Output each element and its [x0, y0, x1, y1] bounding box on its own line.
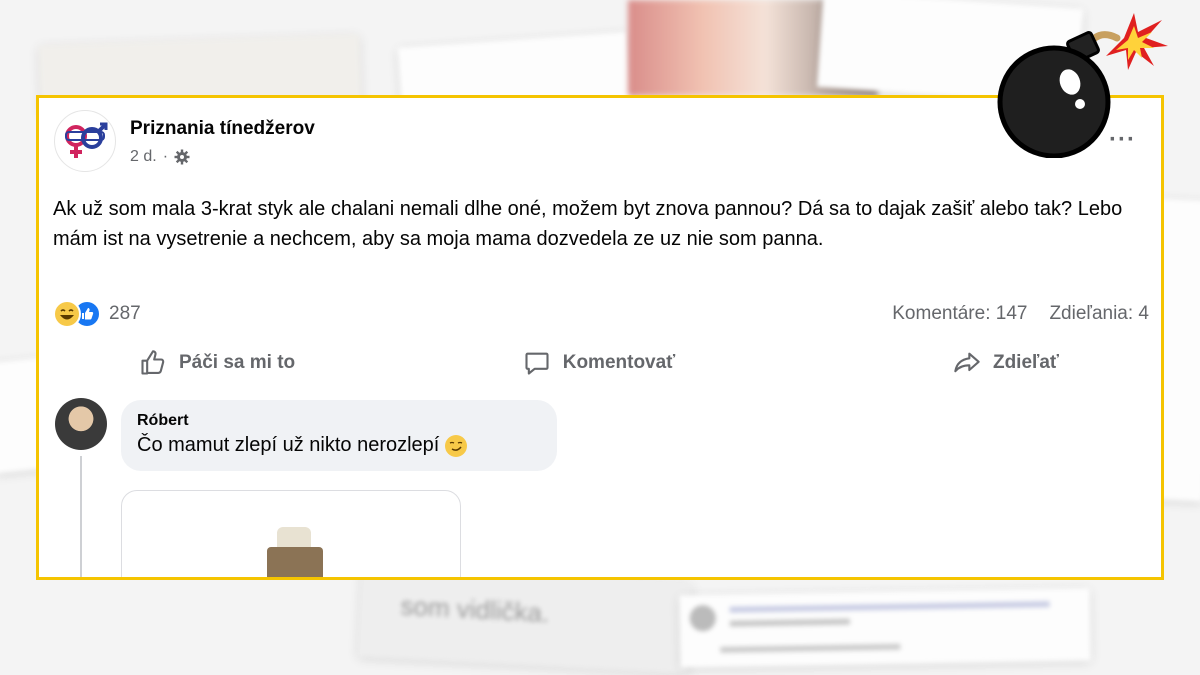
comment-text: Čo mamut zlepí už nikto nerozlepí: [137, 434, 440, 456]
haha-reaction-icon: [53, 300, 81, 328]
page-name[interactable]: Priznania tínedžerov: [130, 118, 315, 140]
comment-icon: [525, 352, 549, 375]
glue-bottle-image: [277, 527, 311, 547]
post-stats: 287 Komentáre: 147 Zdieľania: 4: [53, 298, 1149, 330]
facebook-post: Priznania tínedžerov 2 d. · ··· Ak už so…: [36, 95, 1164, 580]
post-timestamp[interactable]: 2 d.: [130, 148, 157, 166]
post-header: Priznania tínedžerov 2 d. ·: [54, 110, 315, 172]
like-button[interactable]: Páči sa mi to: [53, 342, 446, 384]
gender-symbols-logo-icon: [65, 122, 108, 158]
comment-button[interactable]: Komentovať: [446, 342, 753, 384]
share-button[interactable]: Zdieľať: [752, 342, 1149, 384]
shares-count[interactable]: Zdieľania: 4: [1049, 303, 1149, 325]
comment-author[interactable]: Róbert: [137, 412, 541, 430]
share-label: Zdieľať: [992, 352, 1060, 373]
thread-line: [80, 456, 82, 577]
comment-label: Komentovať: [562, 352, 676, 373]
page-avatar[interactable]: [54, 110, 116, 172]
smirk-emoji-icon: [445, 434, 468, 457]
comment-image-attachment[interactable]: [121, 490, 461, 577]
thumbs-up-icon: [141, 350, 165, 375]
background-comment-card: [679, 588, 1091, 668]
reaction-icons[interactable]: [53, 300, 101, 328]
comment-bubble: Róbert Čo mamut zlepí už nikto nerozlepí: [121, 400, 557, 471]
background-blurred-text: som vidlička.: [399, 590, 550, 629]
separator-dot: ·: [162, 148, 169, 165]
bomb-icon: [997, 13, 1168, 158]
background-post-card: som vidlička.: [357, 566, 693, 674]
comment-text-row: Čo mamut zlepí už nikto nerozlepí: [137, 434, 541, 457]
avatar[interactable]: [55, 398, 107, 450]
reaction-count[interactable]: 287: [109, 303, 141, 325]
like-label: Páči sa mi to: [179, 352, 296, 373]
post-meta: 2 d. ·: [130, 148, 315, 166]
gear-icon: [174, 149, 190, 165]
comments-count[interactable]: Komentáre: 147: [892, 303, 1027, 325]
share-arrow-icon: [954, 352, 980, 373]
post-text: Ak už som mala 3-krat styk ale chalani n…: [53, 198, 1123, 250]
post-actions: Páči sa mi to Komentovať Zdieľať: [53, 342, 1149, 384]
